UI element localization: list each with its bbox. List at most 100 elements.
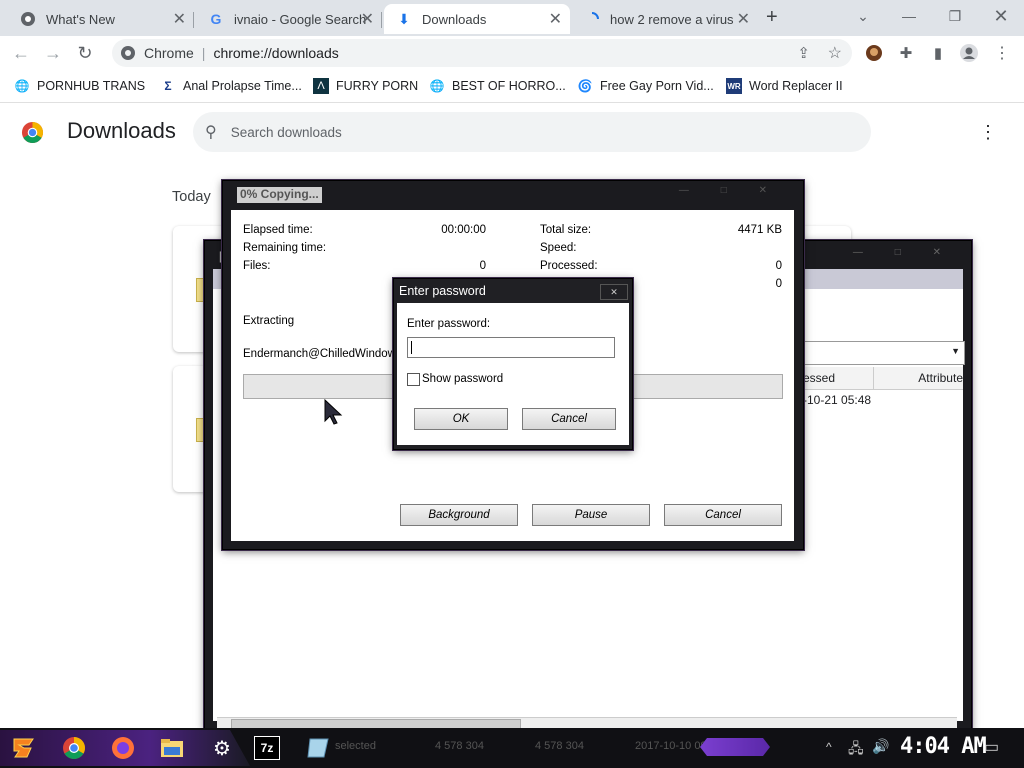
tab-search-icon[interactable]: ⌄ <box>840 2 886 30</box>
volume-icon[interactable]: 🔊 <box>872 738 889 755</box>
network-icon[interactable]: 🖧 <box>848 738 864 762</box>
processed-value: 0 <box>775 260 782 272</box>
downloads-menu-icon[interactable]: ⋮ <box>979 122 997 143</box>
start-icon[interactable] <box>8 732 40 764</box>
notifications-icon[interactable]: ▭ <box>984 737 999 757</box>
search-icon: ⚲ <box>205 124 217 141</box>
globe-icon: 🌐 <box>429 79 445 93</box>
bookmark-item[interactable]: 🌀 Free Gay Porn Vid... <box>577 76 714 96</box>
archive-path-dropdown[interactable]: ▼ <box>803 341 965 365</box>
bookmark-label: Anal Prolapse Time... <box>183 79 302 93</box>
bookmark-item[interactable]: 🌐 PORNHUB TRANS <box>14 76 146 96</box>
speed-label: Speed: <box>540 242 577 254</box>
show-hidden-icons-icon[interactable]: ^ <box>826 740 832 754</box>
background-button[interactable]: Background <box>400 504 518 526</box>
password-input[interactable] <box>407 337 615 358</box>
clock[interactable]: 4:04 AM <box>900 734 987 759</box>
mouse-cursor-icon <box>324 398 344 428</box>
forward-icon[interactable]: → <box>40 40 66 66</box>
download-icon: ⬇ <box>398 10 410 27</box>
url-text: chrome://downloads <box>213 45 339 61</box>
files-label: Files: <box>243 260 271 272</box>
new-tab-icon[interactable]: + <box>766 6 778 29</box>
files-value: 0 <box>479 260 486 272</box>
back-icon[interactable]: ← <box>8 40 34 66</box>
archive-row-date[interactable]: -10-21 05:48 <box>803 393 871 407</box>
7zip-icon[interactable]: 7z <box>251 732 283 764</box>
section-today: Today <box>172 189 211 205</box>
cancel-button[interactable]: Cancel <box>664 504 782 526</box>
elapsed-label: Elapsed time: <box>243 224 313 236</box>
password-dialog-title: Enter password <box>399 284 486 298</box>
profile-extension-icon[interactable] <box>863 42 885 64</box>
tab-google-search[interactable]: G ivnaio - Google Search ✕ <box>196 4 382 34</box>
elapsed-value: 00:00:00 <box>441 224 486 236</box>
side-panel-icon[interactable]: ▮ <box>927 42 949 64</box>
archive-status-size: 4 578 304 <box>435 740 484 752</box>
lambda-icon: Λ <box>313 78 329 94</box>
minimize-icon[interactable]: — <box>886 2 932 30</box>
google-icon: G <box>210 11 222 27</box>
firefox-icon[interactable] <box>107 732 139 764</box>
bookmark-star-icon[interactable]: ☆ <box>828 43 842 63</box>
reload-icon[interactable]: ↻ <box>72 40 98 66</box>
close-icon[interactable]: ✕ <box>933 247 941 261</box>
bookmark-label: Word Replacer II <box>749 79 843 93</box>
tab-title: Downloads <box>422 11 487 27</box>
minimize-icon[interactable]: — <box>679 185 689 201</box>
password-dialog-body: Enter password: Show password OK Cancel <box>397 303 629 445</box>
col-accessed[interactable]: essed <box>803 371 835 385</box>
compressed-value: 0 <box>775 278 782 290</box>
total-size-label: Total size: <box>540 224 592 236</box>
search-downloads-input[interactable]: ⚲ Search downloads <box>193 112 871 152</box>
bookmark-item[interactable]: Λ FURRY PORN <box>313 76 418 96</box>
close-tab-icon[interactable]: ✕ <box>737 9 750 29</box>
sigma-icon: Σ <box>164 79 172 93</box>
profile-avatar-icon[interactable] <box>958 42 980 64</box>
close-tab-icon[interactable]: ✕ <box>173 9 186 29</box>
archive-status-date: 2017-10-10 09: <box>635 740 710 752</box>
chrome-menu-icon[interactable]: ⋮ <box>991 42 1013 64</box>
close-icon[interactable]: ✕ <box>600 284 628 300</box>
archive-window-controls[interactable]: — □ ✕ <box>837 247 957 261</box>
tab-strip: What's New ✕ G ivnaio - Google Search ✕ … <box>0 0 1024 36</box>
close-tab-icon[interactable]: ✕ <box>361 9 374 29</box>
settings-icon[interactable]: ⚙ <box>206 732 238 764</box>
tab-whats-new[interactable]: What's New ✕ <box>8 4 194 34</box>
extracting-label: Extracting <box>243 315 295 327</box>
cancel-button[interactable]: Cancel <box>522 408 616 430</box>
share-icon[interactable]: ⇪ <box>797 44 810 62</box>
pause-button[interactable]: Pause <box>532 504 650 526</box>
text-cursor <box>411 341 412 354</box>
close-window-icon[interactable]: ✕ <box>978 2 1024 30</box>
tab-virus-search[interactable]: how 2 remove a virus ✕ <box>572 4 758 34</box>
search-placeholder: Search downloads <box>230 124 342 140</box>
tab-downloads[interactable]: ⬇ Downloads ✕ <box>384 4 570 34</box>
total-size-value: 4471 KB <box>737 224 782 236</box>
file-explorer-icon[interactable] <box>156 732 188 764</box>
app-icon[interactable] <box>302 732 334 764</box>
close-tab-icon[interactable]: ✕ <box>549 9 562 29</box>
extensions-puzzle-icon[interactable]: ✚ <box>895 42 917 64</box>
copying-window-controls[interactable]: — □ ✕ <box>663 185 783 201</box>
minimize-icon[interactable]: — <box>853 247 863 261</box>
copying-dialog-title: 0% Copying... <box>237 187 322 203</box>
ok-button[interactable]: OK <box>414 408 508 430</box>
col-attributes[interactable]: Attribute <box>918 371 963 385</box>
maximize-icon[interactable]: □ <box>895 247 901 261</box>
show-password-label[interactable]: Show password <box>422 373 503 385</box>
address-bar[interactable]: Chrome | chrome://downloads ⇪ ☆ <box>112 39 852 67</box>
show-password-checkbox[interactable] <box>407 373 420 386</box>
toolbar: ← → ↻ Chrome | chrome://downloads ⇪ ☆ ✚ … <box>0 36 1024 70</box>
bookmark-item[interactable]: Σ Anal Prolapse Time... <box>160 76 302 96</box>
close-icon[interactable]: ✕ <box>759 185 767 201</box>
chrome-icon[interactable] <box>58 732 90 764</box>
restore-icon[interactable]: ❐ <box>932 2 978 30</box>
maximize-icon[interactable]: □ <box>721 185 727 201</box>
bookmark-item[interactable]: WR Word Replacer II <box>726 76 843 96</box>
bookmark-label: Free Gay Porn Vid... <box>600 79 714 93</box>
bookmark-item[interactable]: 🌐 BEST OF HORRO... <box>429 76 566 96</box>
loading-spinner-icon <box>584 11 600 27</box>
spiral-icon: 🌀 <box>577 79 593 93</box>
archive-status-selected: selected <box>335 740 376 752</box>
